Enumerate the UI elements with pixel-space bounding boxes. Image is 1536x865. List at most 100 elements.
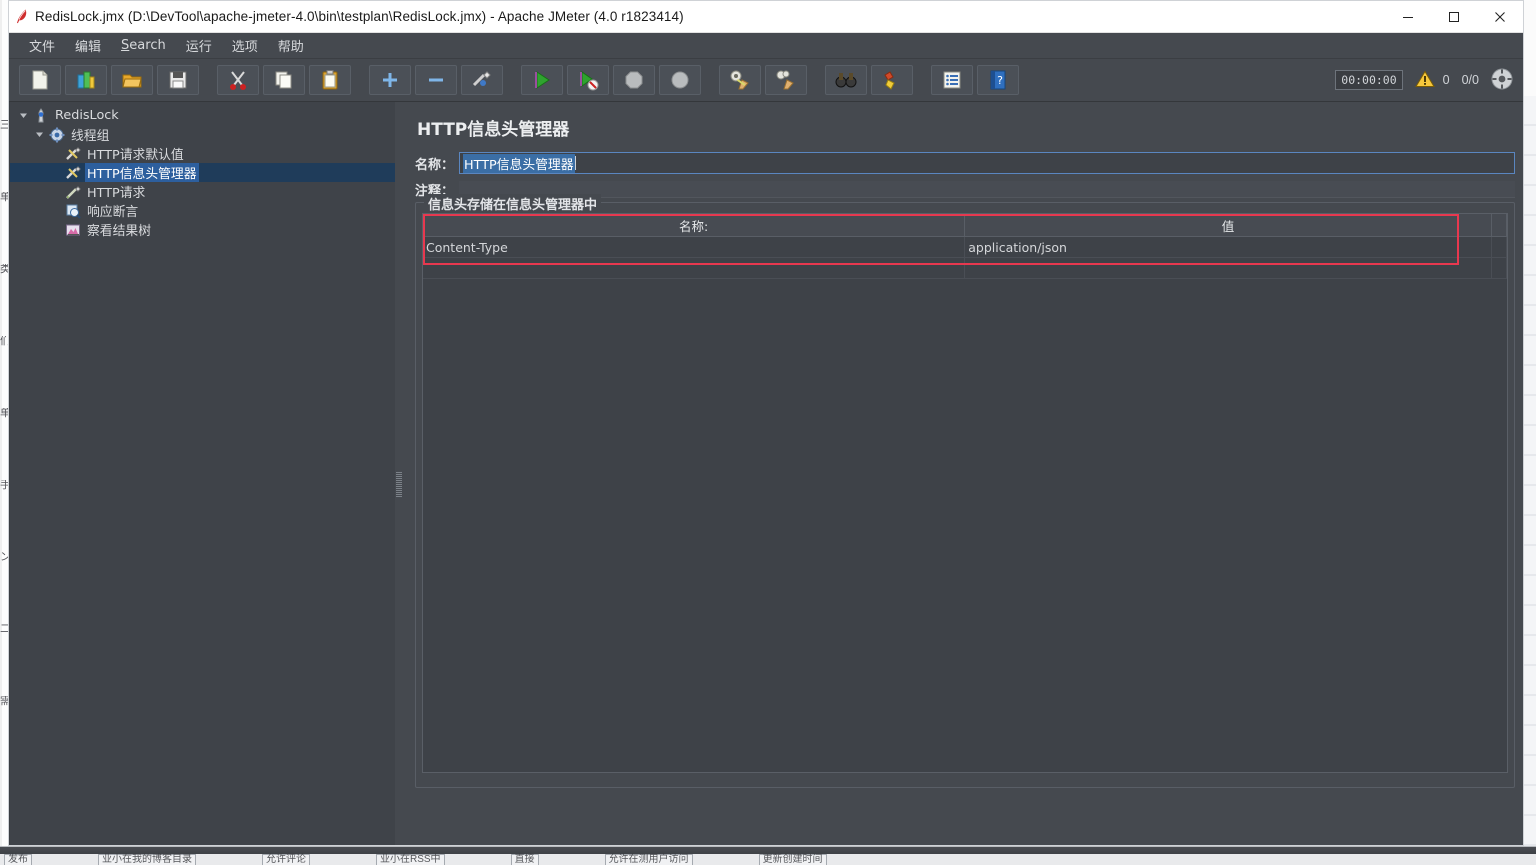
element-editor-pane: HTTP信息头管理器 名称： HTTP信息头管理器 注释： 信息头存储在信息头管… bbox=[403, 102, 1524, 846]
background-window-bottom-strip: 发布业小在我的博客目录允许评论业小在RSS中直接允许在测用户访问更新创建时间 bbox=[0, 846, 1536, 865]
toolbar-buttons: ? bbox=[17, 65, 1021, 95]
toolbar-copy[interactable] bbox=[263, 65, 305, 95]
background-field: 允许评论 bbox=[262, 854, 310, 865]
tree-node-label: RedisLock bbox=[53, 108, 121, 123]
tree-spacer bbox=[49, 224, 61, 236]
toolbar-collapse-all[interactable] bbox=[415, 65, 457, 95]
tree-spacer bbox=[49, 205, 61, 217]
warning-count: 0 bbox=[1443, 73, 1450, 87]
toolbar-function-helper[interactable] bbox=[931, 65, 973, 95]
split-divider[interactable] bbox=[395, 102, 403, 846]
table-column-header[interactable]: 名称: bbox=[423, 214, 965, 237]
toolbar-shutdown[interactable] bbox=[659, 65, 701, 95]
menu-file[interactable]: 文件 bbox=[19, 33, 65, 58]
menu-help[interactable]: 帮助 bbox=[268, 33, 314, 58]
plus-expand-icon bbox=[379, 69, 401, 91]
tree-node-redislock[interactable]: RedisLock bbox=[9, 106, 395, 125]
chevron-down-icon[interactable] bbox=[17, 110, 29, 122]
help-book-icon: ? bbox=[987, 69, 1009, 91]
toolbar-stop[interactable] bbox=[613, 65, 655, 95]
tree-spacer bbox=[49, 148, 61, 160]
toolbar-expand-all[interactable] bbox=[369, 65, 411, 95]
function-helper-icon bbox=[941, 69, 963, 91]
reset-circle-icon[interactable] bbox=[1491, 68, 1513, 93]
view-results-tree-icon bbox=[65, 222, 81, 238]
response-assertion-icon bbox=[65, 203, 81, 219]
new-document-icon bbox=[29, 69, 51, 91]
toolbar-separator bbox=[915, 65, 929, 95]
menu-search[interactable]: Search bbox=[111, 35, 176, 56]
tree-node-response-assertion[interactable]: 响应断言 bbox=[9, 201, 395, 220]
text-caret bbox=[575, 156, 576, 170]
background-field: 发布 bbox=[4, 854, 32, 865]
toolbar-help[interactable]: ? bbox=[977, 65, 1019, 95]
maximize-button[interactable] bbox=[1431, 1, 1477, 32]
window-title: RedisLock.jmx (D:\DevTool\apache-jmeter-… bbox=[35, 9, 684, 24]
toolbar-paste[interactable] bbox=[309, 65, 351, 95]
toolbar-open[interactable] bbox=[111, 65, 153, 95]
tree-node-http-defaults[interactable]: HTTP请求默认值 bbox=[9, 144, 395, 163]
toolbar-reset-search[interactable] bbox=[871, 65, 913, 95]
toggle-pencil-icon bbox=[471, 69, 493, 91]
headers-table-container[interactable]: 名称:值 Content-Typeapplication/json bbox=[422, 213, 1508, 773]
minimize-button[interactable] bbox=[1385, 1, 1431, 32]
toolbar-toggle[interactable] bbox=[461, 65, 503, 95]
tree-node-thread-group[interactable]: 线程组 bbox=[9, 125, 395, 144]
toolbar-search[interactable] bbox=[825, 65, 867, 95]
toolbar-clear-all[interactable] bbox=[765, 65, 807, 95]
toolbar-save[interactable] bbox=[157, 65, 199, 95]
paste-clipboard-icon bbox=[319, 69, 341, 91]
close-button[interactable] bbox=[1477, 1, 1523, 32]
open-folder-icon bbox=[121, 69, 143, 91]
toolbar-templates[interactable] bbox=[65, 65, 107, 95]
tree-node-http-request[interactable]: HTTP请求 bbox=[9, 182, 395, 201]
title-bar: RedisLock.jmx (D:\DevTool\apache-jmeter-… bbox=[9, 1, 1523, 33]
name-input[interactable]: HTTP信息头管理器 bbox=[459, 152, 1515, 174]
toolbar-cut[interactable] bbox=[217, 65, 259, 95]
headers-table-header-row[interactable]: 名称:值 bbox=[423, 214, 1507, 237]
thread-group-gear-icon bbox=[49, 127, 65, 143]
menu-edit[interactable]: 编辑 bbox=[65, 33, 111, 58]
table-column-header[interactable]: 值 bbox=[965, 214, 1492, 237]
toolbar-start[interactable] bbox=[521, 65, 563, 95]
split-pane: RedisLock线程组HTTP请求默认值HTTP信息头管理器HTTP请求响应断… bbox=[9, 102, 1523, 846]
table-cell-empty bbox=[965, 258, 1492, 279]
tree-node-label: 线程组 bbox=[69, 125, 111, 144]
table-row[interactable]: Content-Typeapplication/json bbox=[423, 237, 1507, 258]
background-field: 业小在我的博客目录 bbox=[98, 854, 196, 865]
http-defaults-icon bbox=[65, 146, 81, 162]
comment-input[interactable] bbox=[459, 181, 1515, 198]
tree-node-label: 察看结果树 bbox=[85, 220, 153, 239]
headers-table[interactable]: 名称:值 Content-Typeapplication/json bbox=[423, 214, 1507, 279]
background-form-fields: 发布业小在我的博客目录允许评论业小在RSS中直接允许在测用户访问更新创建时间 bbox=[0, 854, 1536, 865]
binoculars-search-icon bbox=[835, 69, 857, 91]
toolbar-new[interactable] bbox=[19, 65, 61, 95]
background-field: 允许在测用户访问 bbox=[605, 854, 693, 865]
name-input-value: HTTP信息头管理器 bbox=[463, 154, 575, 173]
split-divider-grip[interactable] bbox=[396, 472, 402, 498]
menu-run[interactable]: 运行 bbox=[176, 33, 222, 58]
toolbar-clear[interactable] bbox=[719, 65, 761, 95]
jmeter-feather-icon bbox=[9, 1, 35, 32]
test-plan-tree[interactable]: RedisLock 线程组HTTP请求默认值HTTP信息头管理器HTTP请求响应断… bbox=[9, 102, 395, 846]
toolbar-start-no-pauses[interactable] bbox=[567, 65, 609, 95]
shutdown-circle-icon bbox=[669, 69, 691, 91]
tree-node-http-header-manager[interactable]: HTTP信息头管理器 bbox=[9, 163, 395, 182]
tree-node-view-results-tree[interactable]: 察看结果树 bbox=[9, 220, 395, 239]
headers-table-body[interactable]: Content-Typeapplication/json bbox=[423, 237, 1507, 279]
table-cell[interactable]: application/json bbox=[965, 237, 1492, 258]
toolbar-separator bbox=[353, 65, 367, 95]
start-play-icon bbox=[531, 69, 553, 91]
warning-triangle-icon[interactable] bbox=[1415, 70, 1435, 91]
start-no-timers-icon bbox=[577, 69, 599, 91]
tree-node-label: HTTP请求默认值 bbox=[85, 144, 186, 163]
menu-options[interactable]: 选项 bbox=[222, 33, 268, 58]
jmeter-main-window: RedisLock.jmx (D:\DevTool\apache-jmeter-… bbox=[8, 0, 1524, 846]
table-cell[interactable]: Content-Type bbox=[423, 237, 965, 258]
table-column-header-spacer bbox=[1491, 214, 1506, 237]
background-window-right-edge bbox=[1522, 96, 1536, 864]
header-manager-icon bbox=[65, 165, 81, 181]
background-field: 更新创建时间 bbox=[759, 854, 827, 865]
headers-group-legend: 信息头存储在信息头管理器中 bbox=[424, 194, 601, 213]
chevron-down-icon[interactable] bbox=[33, 129, 45, 141]
